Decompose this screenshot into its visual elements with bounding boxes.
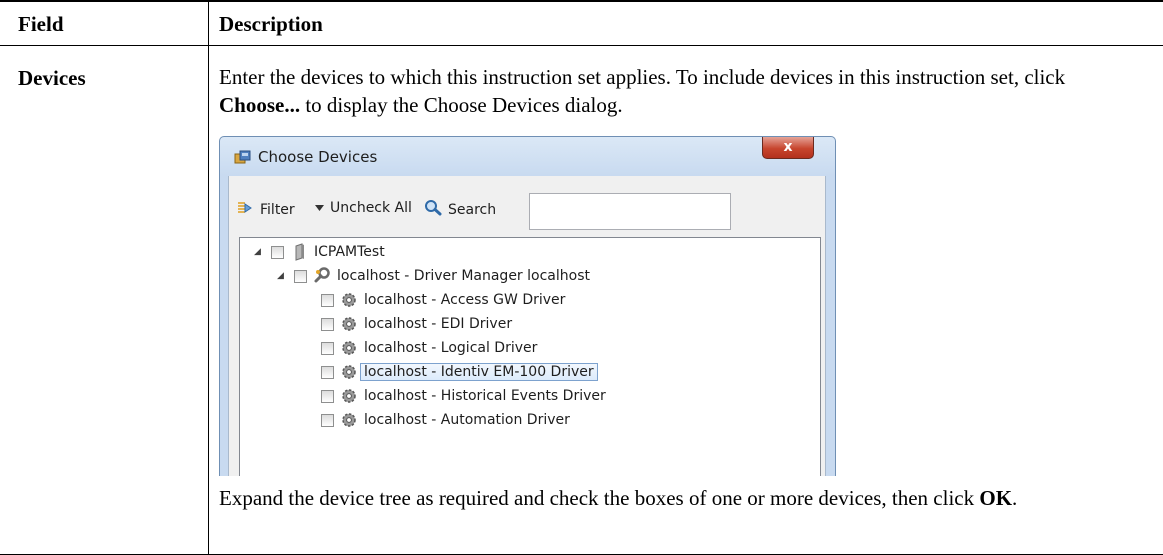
header-description: Description xyxy=(219,12,323,36)
tree-node-driver[interactable]: localhost - EDI Driver xyxy=(321,314,512,334)
header-field: Field xyxy=(18,12,64,36)
table-top-rule xyxy=(0,0,1163,2)
tree-label-root: ICPAMTest xyxy=(314,244,385,260)
driver-checkbox[interactable] xyxy=(321,389,334,403)
tree-label-driver: localhost - Access GW Driver xyxy=(364,292,566,308)
driver-checkbox[interactable] xyxy=(321,341,334,355)
para1-text-b: to display the Choose Devices dialog. xyxy=(300,93,623,117)
dialog-titlebar[interactable]: Choose Devices x xyxy=(219,136,836,176)
expand-arrow-icon[interactable]: ◢ xyxy=(254,247,264,257)
tree-label-driver: localhost - EDI Driver xyxy=(364,316,513,332)
header-divider xyxy=(0,45,1163,46)
uncheck-all-label: Uncheck All xyxy=(330,200,412,216)
tree-node-root[interactable]: ◢ ICPAMTest xyxy=(254,242,385,262)
column-divider xyxy=(208,0,209,555)
search-input[interactable] xyxy=(529,193,731,230)
expand-arrow-icon[interactable]: ◢ xyxy=(277,271,287,281)
magnifier-icon xyxy=(424,200,442,220)
gear-icon xyxy=(340,411,358,429)
driver-checkbox[interactable] xyxy=(321,413,334,427)
description-paragraph-1: Enter the devices to which this instruct… xyxy=(219,63,1139,119)
tree-node-driver[interactable]: localhost - Automation Driver xyxy=(321,410,570,430)
uncheck-all-button[interactable]: Uncheck All xyxy=(315,200,412,216)
gear-icon xyxy=(340,363,358,381)
field-devices: Devices xyxy=(18,66,86,90)
tree-label-driver-selected: localhost - Identiv EM-100 Driver xyxy=(360,363,598,381)
tree-label-driver: localhost - Historical Events Driver xyxy=(364,388,606,404)
tree-node-driver[interactable]: localhost - Logical Driver xyxy=(321,338,537,358)
choose-button-reference: Choose... xyxy=(219,93,301,117)
filter-icon xyxy=(236,200,254,220)
para2-text-b: . xyxy=(1012,486,1018,510)
tree-node-driver[interactable]: localhost - Access GW Driver xyxy=(321,290,565,310)
server-icon xyxy=(290,243,308,261)
filter-button[interactable]: Filter xyxy=(236,200,295,220)
dropdown-arrow-icon xyxy=(315,200,324,216)
root-checkbox[interactable] xyxy=(271,245,284,259)
para1-text-a: Enter the devices to which this instruct… xyxy=(219,65,1066,89)
gear-icon xyxy=(340,339,358,357)
tree-node-driver-manager[interactable]: ◢ localhost - Driver Manager localhost xyxy=(277,266,590,286)
device-tree[interactable]: ◢ ICPAMTest ◢ localhost - Driver Manager… xyxy=(239,237,821,476)
choose-devices-dialog: Choose Devices x Filter Uncheck All Sear… xyxy=(219,136,836,476)
tree-label-driver-manager: localhost - Driver Manager localhost xyxy=(337,268,590,284)
description-paragraph-2: Expand the device tree as required and c… xyxy=(219,484,1139,512)
description-table: Field Description Devices Enter the devi… xyxy=(0,0,1163,555)
search-button[interactable]: Search xyxy=(424,200,496,220)
driver-manager-icon xyxy=(313,267,331,285)
gear-icon xyxy=(340,387,358,405)
dialog-title: Choose Devices xyxy=(258,148,378,166)
gear-icon xyxy=(340,315,358,333)
close-button[interactable]: x xyxy=(762,137,814,159)
search-label: Search xyxy=(448,202,497,218)
gear-icon xyxy=(340,291,358,309)
ok-button-reference: OK xyxy=(979,486,1013,510)
devices-dialog-icon xyxy=(234,150,251,165)
driver-checkbox[interactable] xyxy=(321,365,334,379)
tree-node-driver[interactable]: localhost - Historical Events Driver xyxy=(321,386,606,406)
filter-label: Filter xyxy=(260,202,295,218)
para2-text-a: Expand the device tree as required and c… xyxy=(219,486,980,510)
driver-checkbox[interactable] xyxy=(321,293,334,307)
driver-checkbox[interactable] xyxy=(321,317,334,331)
tree-label-driver: localhost - Logical Driver xyxy=(364,340,538,356)
driver-manager-checkbox[interactable] xyxy=(294,269,307,283)
tree-label-driver: localhost - Automation Driver xyxy=(364,412,570,428)
tree-node-driver-selected[interactable]: localhost - Identiv EM-100 Driver xyxy=(321,362,598,382)
